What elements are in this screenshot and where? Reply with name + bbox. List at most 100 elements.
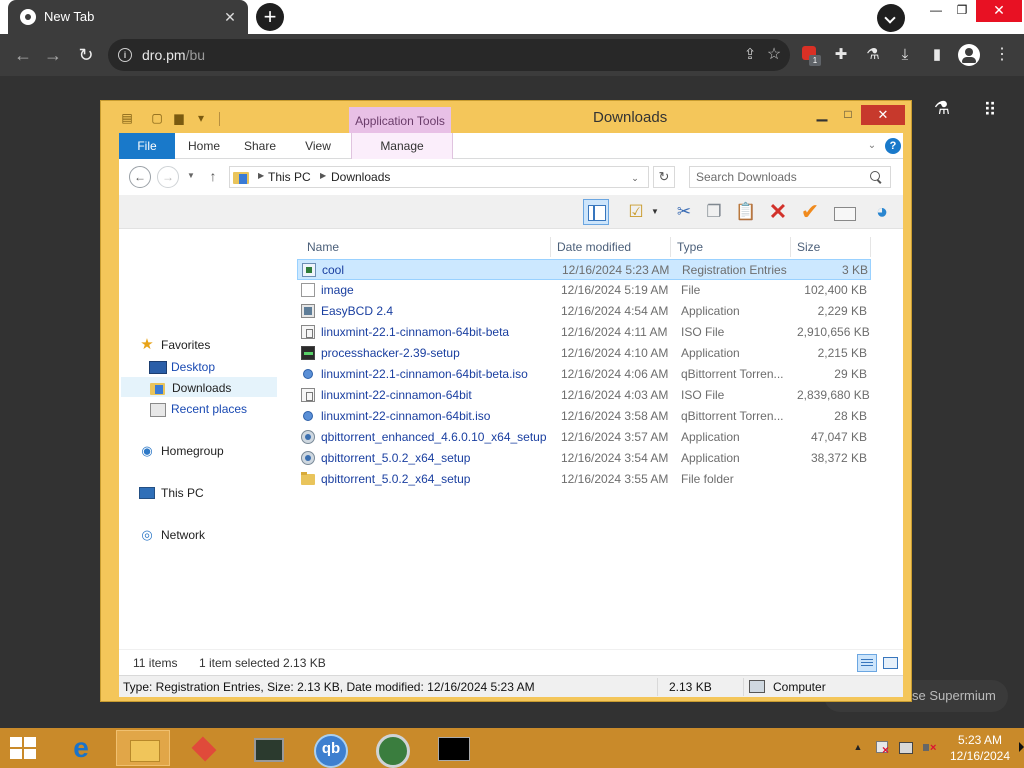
qat-customize-chevron-icon[interactable]: ▾ — [193, 109, 209, 127]
explorer-back-icon[interactable]: ← — [129, 166, 151, 188]
tab-close-icon[interactable]: ✕ — [220, 7, 240, 27]
tab-file[interactable]: File — [119, 133, 175, 159]
nav-downloads-label: Downloads — [172, 381, 232, 395]
download-icon[interactable]: ⤓ — [894, 44, 916, 66]
breadcrumb[interactable]: ▶ This PC ▶ Downloads ⌄ — [229, 166, 649, 188]
search-icon[interactable] — [868, 169, 884, 185]
system-clock[interactable]: 5:23 AM 12/16/2024 — [944, 732, 1016, 764]
network-globe-icon[interactable]: ◕ — [869, 199, 895, 225]
recent-locations-chevron-icon[interactable]: ▼ — [185, 170, 197, 182]
qbittorrent-icon[interactable] — [302, 730, 356, 768]
table-row[interactable]: processhacker-2.39-setup 12/16/2024 4:10… — [297, 343, 871, 364]
side-panel-icon[interactable]: ▮ — [926, 44, 948, 66]
refresh-icon[interactable]: ↻ — [653, 166, 675, 188]
table-row[interactable]: linuxmint-22.1-cinnamon-64bit-beta 12/16… — [297, 322, 871, 343]
gitkraken-icon[interactable] — [178, 730, 232, 766]
column-header-name[interactable]: Name — [297, 237, 551, 257]
window-title: Downloads — [593, 109, 668, 126]
new-folder-icon[interactable]: ▆ — [171, 109, 187, 127]
browser-restore-button[interactable]: ❐ — [946, 0, 978, 22]
breadcrumb-this-pc[interactable]: This PC — [268, 170, 311, 184]
details-view-icon[interactable] — [857, 654, 877, 672]
address-url[interactable]: dro.pm/bu — [142, 47, 205, 63]
command-prompt-icon[interactable] — [426, 730, 480, 766]
item-count: 11 items — [133, 656, 178, 670]
table-row[interactable]: qbittorrent_enhanced_4.6.0.10_x64_setup … — [297, 427, 871, 448]
back-arrow-icon[interactable]: ← — [10, 42, 36, 68]
page-labs-flask-icon[interactable]: ⚗ — [930, 98, 954, 122]
column-header-type[interactable]: Type — [671, 237, 791, 257]
tab-home[interactable]: Home — [179, 133, 229, 159]
action-center-flag-icon[interactable] — [874, 740, 890, 756]
table-row[interactable]: EasyBCD 2.4 12/16/2024 4:54 AM Applicati… — [297, 301, 871, 322]
column-header-size[interactable]: Size — [791, 237, 871, 257]
breadcrumb-downloads[interactable]: Downloads — [331, 170, 390, 184]
tab-view[interactable]: View — [293, 133, 343, 159]
reload-icon[interactable]: ↻ — [73, 42, 99, 68]
properties-check-icon[interactable]: ☑ — [623, 199, 649, 225]
large-icons-view-icon[interactable] — [881, 654, 899, 672]
breadcrumb-separator-icon[interactable]: ▶ — [258, 171, 264, 180]
delete-x-icon[interactable]: ✕ — [765, 199, 791, 225]
forward-arrow-icon[interactable]: → — [40, 42, 66, 68]
tab-share[interactable]: Share — [235, 133, 285, 159]
new-item-icon[interactable] — [831, 199, 857, 225]
explorer-forward-icon[interactable]: → — [157, 166, 179, 188]
ribbon-expand-chevron-icon[interactable]: ⌄ — [865, 139, 879, 153]
table-row[interactable]: image 12/16/2024 5:19 AM File 102,400 KB — [297, 280, 871, 301]
apps-grid-icon[interactable]: ⠿ — [978, 98, 1002, 122]
cut-scissors-icon[interactable]: ✂ — [671, 199, 697, 225]
tab-manage[interactable]: Manage — [351, 133, 453, 159]
rename-check-icon[interactable]: ✔ — [797, 199, 823, 225]
browser-taskbar-icon[interactable] — [364, 730, 418, 768]
volume-muted-icon[interactable] — [922, 740, 938, 756]
search-input[interactable] — [696, 170, 866, 184]
breadcrumb-separator-icon[interactable]: ▶ — [320, 171, 326, 180]
file-type: Application — [681, 346, 740, 360]
address-bar[interactable]: i dro.pm/bu ⇪ ☆ — [108, 39, 790, 71]
search-field[interactable] — [689, 166, 891, 188]
extension-badge-icon[interactable]: 1 — [800, 44, 821, 66]
nav-item-downloads[interactable]: Downloads — [121, 377, 277, 397]
explorer-minimize-button[interactable]: ▁ — [809, 105, 835, 125]
system-monitor-icon[interactable] — [240, 730, 294, 766]
extensions-puzzle-icon[interactable]: ✚ — [830, 44, 852, 66]
explorer-maximize-button[interactable]: □ — [835, 105, 861, 125]
preview-pane-icon[interactable] — [583, 199, 609, 225]
help-icon[interactable]: ? — [885, 138, 901, 154]
column-header-date-modified[interactable]: Date modified — [551, 237, 671, 257]
share-icon[interactable]: ⇪ — [740, 45, 760, 65]
file-explorer-taskbar-icon[interactable] — [116, 730, 170, 766]
properties-icon[interactable]: ▢ — [149, 109, 165, 127]
profile-avatar-icon[interactable] — [958, 44, 980, 66]
explorer-close-button[interactable]: ✕ — [861, 105, 905, 125]
table-row[interactable]: cool 12/16/2024 5:23 AM Registration Ent… — [297, 259, 871, 280]
table-row[interactable]: linuxmint-22-cinnamon-64bit 12/16/2024 4… — [297, 385, 871, 406]
table-row[interactable]: qbittorrent_5.0.2_x64_setup 12/16/2024 3… — [297, 448, 871, 469]
table-row[interactable]: linuxmint-22-cinnamon-64bit.iso 12/16/20… — [297, 406, 871, 427]
show-desktop-button[interactable] — [1016, 728, 1024, 768]
browser-menu-icon[interactable]: ⋮ — [994, 44, 1010, 66]
bookmark-star-icon[interactable]: ☆ — [764, 45, 784, 65]
qbittorrent-setup-icon — [301, 451, 315, 465]
network-tray-icon[interactable] — [898, 740, 914, 756]
windows-start-icon[interactable] — [10, 737, 38, 761]
labs-flask-icon[interactable]: ⚗ — [862, 44, 884, 66]
show-hidden-icons-chevron-icon[interactable]: ▲ — [852, 740, 864, 754]
up-arrow-icon[interactable]: ↑ — [205, 167, 221, 185]
table-row[interactable]: linuxmint-22.1-cinnamon-64bit-beta.iso 1… — [297, 364, 871, 385]
internet-explorer-icon[interactable]: e — [54, 730, 108, 766]
site-info-icon[interactable]: i — [118, 48, 132, 62]
table-row[interactable]: qbittorrent_5.0.2_x64_setup 12/16/2024 3… — [297, 469, 871, 490]
properties-dropdown-chevron-icon[interactable]: ▼ — [651, 207, 659, 217]
paste-clipboard-icon[interactable]: 📋 — [733, 199, 759, 225]
browser-close-button[interactable]: ✕ — [976, 0, 1022, 22]
copy-icon[interactable]: ❐ — [701, 199, 727, 225]
file-name: cool — [322, 263, 345, 277]
downloads-folder-icon — [150, 381, 166, 395]
browser-tab-new-tab[interactable]: New Tab ✕ — [8, 0, 248, 34]
tab-search-chevron-icon[interactable] — [877, 4, 905, 32]
address-dropdown-chevron-icon[interactable]: ⌄ — [628, 171, 642, 185]
new-tab-button[interactable]: + — [256, 3, 284, 31]
qbittorrent-setup-icon — [301, 430, 315, 444]
